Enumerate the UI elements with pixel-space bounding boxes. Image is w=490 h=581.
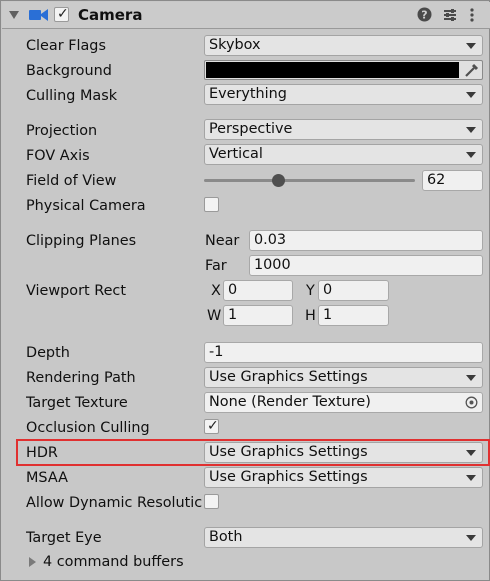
near-label: Near bbox=[205, 233, 240, 249]
msaa-label: MSAA bbox=[26, 470, 68, 486]
background-label: Background bbox=[26, 63, 112, 79]
hdr-dropdown[interactable]: Use Graphics Settings bbox=[204, 442, 483, 463]
viewport-y-input[interactable]: 0 bbox=[318, 280, 389, 301]
rendering-path-value: Use Graphics Settings bbox=[209, 369, 368, 385]
chevron-down-icon bbox=[466, 375, 476, 381]
clear-flags-label: Clear Flags bbox=[26, 38, 106, 54]
foldout-arrow-icon[interactable] bbox=[9, 11, 19, 19]
component-title: Camera bbox=[78, 6, 143, 24]
more-options-icon[interactable] bbox=[468, 7, 476, 23]
field-of-view-slider-handle[interactable] bbox=[272, 174, 285, 187]
occlusion-culling-label: Occlusion Culling bbox=[26, 420, 150, 436]
target-eye-label: Target Eye bbox=[26, 530, 102, 546]
viewport-w-input[interactable]: 1 bbox=[223, 305, 293, 326]
viewport-x-input[interactable]: 0 bbox=[223, 280, 293, 301]
help-icon[interactable]: ? bbox=[417, 7, 432, 22]
physical-camera-checkbox[interactable] bbox=[204, 197, 219, 212]
svg-text:?: ? bbox=[421, 9, 427, 22]
viewport-rect-label: Viewport Rect bbox=[26, 283, 126, 299]
depth-label: Depth bbox=[26, 345, 70, 361]
target-texture-field[interactable]: None (Render Texture) bbox=[204, 392, 483, 413]
chevron-down-icon bbox=[466, 127, 476, 133]
background-color-swatch bbox=[206, 62, 459, 78]
occlusion-culling-checkbox[interactable]: ✓ bbox=[204, 418, 219, 434]
allow-dynamic-resolution-label: Allow Dynamic Resolutic bbox=[26, 495, 203, 511]
target-eye-value: Both bbox=[209, 529, 243, 545]
fov-axis-dropdown[interactable]: Vertical bbox=[204, 144, 483, 165]
near-input[interactable]: 0.03 bbox=[249, 230, 483, 251]
target-texture-label: Target Texture bbox=[26, 395, 128, 411]
field-of-view-slider-track[interactable] bbox=[204, 179, 415, 182]
background-color-field[interactable] bbox=[204, 60, 483, 80]
viewport-x-label: X bbox=[211, 283, 221, 299]
component-enabled-checkbox[interactable]: ✓ bbox=[54, 6, 69, 22]
projection-dropdown[interactable]: Perspective bbox=[204, 119, 483, 140]
object-picker-icon[interactable] bbox=[465, 396, 478, 409]
command-buffers-label: 4 command buffers bbox=[43, 554, 184, 570]
msaa-dropdown[interactable]: Use Graphics Settings bbox=[204, 467, 483, 488]
allow-dynamic-resolution-checkbox[interactable] bbox=[204, 494, 219, 509]
camera-inspector-panel: ✓ Camera ? Clear Flags Skybox Background… bbox=[0, 0, 490, 581]
clipping-planes-label: Clipping Planes bbox=[26, 233, 137, 249]
chevron-down-icon bbox=[466, 535, 476, 541]
component-header: ✓ Camera ? bbox=[2, 2, 490, 29]
field-of-view-label: Field of View bbox=[26, 173, 117, 189]
preset-settings-icon[interactable] bbox=[442, 7, 458, 23]
msaa-value: Use Graphics Settings bbox=[209, 469, 368, 485]
hdr-value: Use Graphics Settings bbox=[209, 444, 368, 460]
rendering-path-label: Rendering Path bbox=[26, 370, 136, 386]
rendering-path-dropdown[interactable]: Use Graphics Settings bbox=[204, 367, 483, 388]
target-eye-dropdown[interactable]: Both bbox=[204, 527, 483, 548]
culling-mask-label: Culling Mask bbox=[26, 88, 118, 104]
camera-icon bbox=[29, 8, 49, 22]
target-texture-value: None (Render Texture) bbox=[209, 394, 371, 410]
fov-axis-label: FOV Axis bbox=[26, 148, 90, 164]
viewport-w-label: W bbox=[207, 308, 222, 324]
chevron-down-icon bbox=[466, 92, 476, 98]
physical-camera-label: Physical Camera bbox=[26, 198, 146, 214]
field-of-view-input[interactable]: 62 bbox=[422, 170, 483, 191]
depth-input[interactable]: -1 bbox=[204, 342, 483, 363]
far-input[interactable]: 1000 bbox=[249, 255, 483, 276]
projection-label: Projection bbox=[26, 123, 98, 139]
culling-mask-value: Everything bbox=[209, 86, 287, 102]
far-label: Far bbox=[205, 258, 227, 274]
command-buffers-foldout[interactable]: 4 command buffers bbox=[29, 552, 184, 572]
clear-flags-dropdown[interactable]: Skybox bbox=[204, 35, 483, 56]
chevron-down-icon bbox=[466, 152, 476, 158]
check-icon: ✓ bbox=[207, 418, 219, 434]
viewport-y-label: Y bbox=[306, 283, 315, 299]
viewport-h-input[interactable]: 1 bbox=[318, 305, 389, 326]
check-icon: ✓ bbox=[57, 6, 69, 22]
hdr-label: HDR bbox=[26, 445, 58, 461]
foldout-arrow-icon bbox=[29, 557, 36, 567]
clear-flags-value: Skybox bbox=[209, 37, 261, 53]
viewport-h-label: H bbox=[305, 308, 316, 324]
fov-axis-value: Vertical bbox=[209, 146, 263, 162]
chevron-down-icon bbox=[466, 450, 476, 456]
chevron-down-icon bbox=[466, 43, 476, 49]
projection-value: Perspective bbox=[209, 121, 293, 137]
culling-mask-dropdown[interactable]: Everything bbox=[204, 84, 483, 105]
eyedropper-icon[interactable] bbox=[463, 63, 479, 78]
chevron-down-icon bbox=[466, 475, 476, 481]
